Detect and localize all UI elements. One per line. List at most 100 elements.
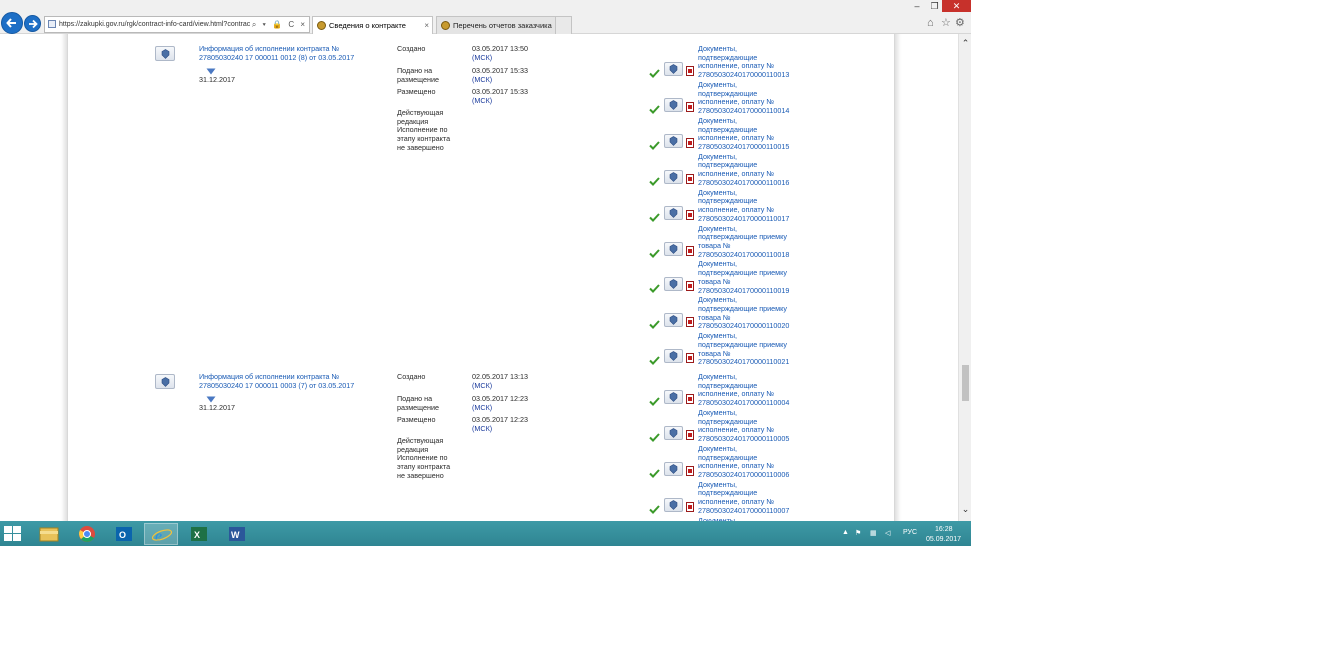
record-status: Действующая редакция Исполнение по этапу…	[397, 108, 451, 152]
emblem-icon	[669, 279, 678, 290]
star-icon[interactable]: ☆	[941, 17, 951, 29]
pdf-file-icon[interactable]	[686, 281, 694, 292]
check-icon	[649, 469, 660, 478]
tray-overflow-icon[interactable]: ▲	[842, 529, 849, 536]
document-view-button[interactable]	[664, 390, 683, 404]
pdf-file-icon[interactable]	[686, 353, 694, 364]
internet-explorer-icon[interactable]: e	[144, 523, 178, 545]
file-explorer-icon[interactable]	[32, 523, 66, 545]
document-view-button[interactable]	[664, 169, 683, 184]
new-tab-button[interactable]	[555, 16, 572, 34]
tab-customer-reports[interactable]: Перечень отчетов заказчика	[436, 16, 571, 34]
page-viewport: Информация об исполнении контракта № 278…	[0, 34, 958, 521]
tab-label: Перечень отчетов заказчика	[453, 21, 552, 30]
tab-contract-info[interactable]: Сведения о контракте ×	[312, 16, 433, 34]
document-view-button[interactable]	[664, 62, 683, 76]
minimize-button[interactable]: –	[907, 0, 927, 12]
event-label: Создано	[397, 372, 426, 381]
check-icon	[649, 320, 660, 330]
document-link[interactable]: Документы, подтверждающие исполнение, оп…	[698, 80, 794, 116]
screen: https://zakupki.gov.ru/rgk/contract-info…	[0, 0, 971, 546]
document-link[interactable]: Документы, подтверждающие исполнение, оп…	[698, 152, 794, 188]
document-link[interactable]: Документы, подтверждающие исполнение, оп…	[698, 188, 794, 224]
word-icon[interactable]: W	[220, 523, 254, 545]
chrome-icon[interactable]	[70, 523, 104, 545]
document-view-button[interactable]	[664, 461, 683, 476]
pdf-file-icon[interactable]	[686, 429, 694, 440]
record-view-button[interactable]	[155, 374, 175, 389]
scroll-thumb[interactable]	[962, 365, 969, 401]
pdf-file-icon[interactable]	[686, 137, 694, 148]
pdf-file-icon[interactable]	[686, 501, 694, 512]
document-view-button[interactable]	[664, 277, 683, 292]
arrow-left-icon	[6, 18, 16, 28]
record-title-link[interactable]: Информация об исполнении контракта № 278…	[199, 372, 384, 390]
gear-icon[interactable]: ⚙	[955, 17, 965, 29]
windows-start-icon[interactable]	[4, 526, 21, 541]
svg-text:O: O	[119, 530, 126, 540]
clock-date[interactable]: 05.09.2017	[926, 536, 961, 543]
pdf-file-icon[interactable]	[686, 317, 694, 328]
record-status: Действующая редакция Исполнение по этапу…	[397, 436, 451, 480]
document-link[interactable]: Документы, подтверждающие приемку товара…	[698, 331, 794, 367]
emblem-icon	[669, 392, 678, 402]
pdf-file-icon[interactable]	[686, 245, 694, 256]
outlook-icon[interactable]: O	[107, 523, 141, 545]
emblem-icon	[441, 21, 450, 30]
flag-icon[interactable]: ⚑	[855, 529, 861, 537]
document-view-button[interactable]	[664, 349, 683, 364]
record-view-button[interactable]	[155, 46, 175, 61]
emblem-icon	[669, 499, 678, 510]
check-icon	[649, 141, 660, 150]
check-icon	[649, 212, 660, 222]
check-icon	[649, 69, 660, 78]
document-link[interactable]: Документы, подтверждающие приемку товара…	[698, 260, 794, 295]
emblem-icon	[161, 377, 170, 387]
excel-icon[interactable]: X	[182, 523, 216, 545]
expand-chevron-icon[interactable]	[206, 396, 216, 403]
svg-text:W: W	[231, 530, 240, 540]
record-end-date: 31.12.2017	[199, 75, 235, 84]
back-button[interactable]	[1, 12, 23, 34]
network-icon[interactable]: ▦	[870, 529, 877, 537]
language-indicator[interactable]: РУС	[903, 529, 917, 536]
vertical-scrollbar[interactable]: ⌃ ⌄	[958, 34, 971, 521]
document-link[interactable]: Документы, подтверждающие исполнение, оп…	[698, 44, 794, 80]
document-link[interactable]: Документы, подтверждающие приемку товара…	[698, 295, 794, 331]
restore-button[interactable]: ❐	[927, 0, 942, 12]
document-link[interactable]: Документы, подтверждающие исполнение, оп…	[698, 116, 794, 152]
document-view-button[interactable]	[664, 497, 683, 512]
document-view-button[interactable]	[664, 241, 683, 256]
document-link[interactable]: Документы, подтверждающие исполнение, оп…	[698, 408, 794, 444]
scroll-down-icon[interactable]: ⌄	[959, 504, 971, 514]
ie-page-icon	[48, 20, 56, 28]
clock-time[interactable]: 16:28	[935, 526, 953, 533]
event-label: Размещено	[397, 87, 436, 96]
forward-button[interactable]	[24, 15, 41, 32]
address-tools[interactable]: ⌕ ▾ 🔒 C ×	[252, 17, 307, 32]
pdf-file-icon[interactable]	[686, 465, 694, 476]
document-view-button[interactable]	[664, 133, 683, 148]
document-link[interactable]: Документы, подтверждающие исполнение, оп…	[698, 480, 794, 516]
document-view-button[interactable]	[664, 97, 683, 112]
pdf-file-icon[interactable]	[686, 66, 694, 76]
pdf-file-icon[interactable]	[686, 209, 694, 220]
home-icon[interactable]: ⌂	[927, 17, 934, 29]
scroll-up-icon[interactable]: ⌃	[959, 38, 971, 48]
document-link[interactable]: Документы, подтверждающие исполнение, оп…	[698, 372, 794, 408]
document-view-button[interactable]	[664, 205, 683, 220]
volume-icon[interactable]: ◁	[885, 529, 890, 537]
record-end-date: 31.12.2017	[199, 403, 235, 412]
pdf-file-icon[interactable]	[686, 394, 694, 404]
record-title-link[interactable]: Информация об исполнении контракта № 278…	[199, 44, 384, 62]
close-window-button[interactable]: ✕	[942, 0, 971, 12]
pdf-file-icon[interactable]	[686, 101, 694, 112]
document-view-button[interactable]	[664, 425, 683, 440]
document-link[interactable]: Документы, подтверждающие исполнение, оп…	[698, 444, 794, 480]
document-link[interactable]: Документы, подтверждающие приемку товара…	[698, 224, 794, 260]
expand-chevron-icon[interactable]	[206, 68, 216, 75]
document-view-button[interactable]	[664, 313, 683, 328]
pdf-file-icon[interactable]	[686, 173, 694, 184]
address-bar[interactable]: https://zakupki.gov.ru/rgk/contract-info…	[44, 16, 310, 33]
close-tab-icon[interactable]: ×	[424, 17, 429, 34]
